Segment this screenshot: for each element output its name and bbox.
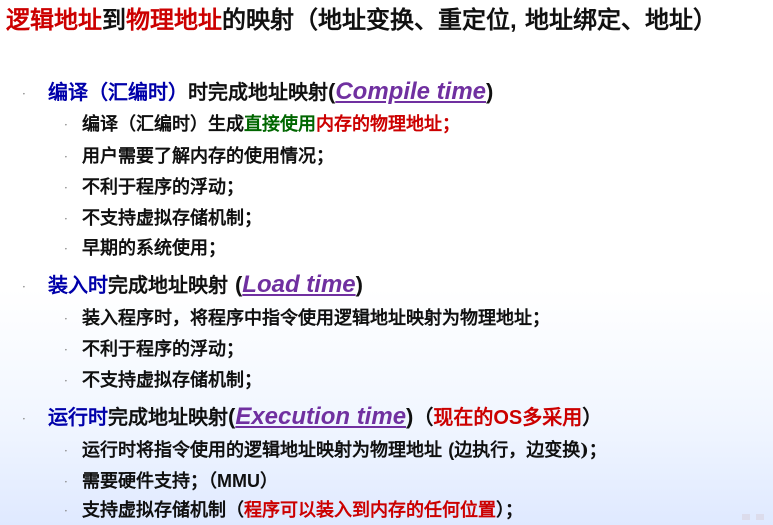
item-text: 装入程序时，将程序中指令使用逻辑地址映射为物理地址； (82, 308, 550, 329)
slide-title: 逻辑地址到物理地址的映射（地址变换、重定位, 地址绑定、地址） (6, 6, 766, 35)
item-text: 运行时将指令使用的逻辑地址映射为物理地址 (82, 440, 449, 461)
item-text: ）； (496, 500, 523, 521)
title-comma: , (510, 7, 517, 34)
item-text: 支持虚拟存储机制（ (82, 500, 244, 521)
decorative-dot (742, 514, 750, 520)
bullet-icon: · (22, 279, 26, 294)
bullet-icon: · (64, 242, 68, 256)
list-item: · 不利于程序的浮动； (64, 335, 244, 361)
exec-note-red2: 多采用 (522, 405, 583, 429)
list-item: · 不支持虚拟存储机制； (64, 204, 262, 230)
list-item: · 运行时将指令使用的逻辑地址映射为物理地址 (边执行，边变换)； (64, 436, 607, 462)
compile-paren-close: ) (486, 79, 494, 104)
decorative-dot (756, 514, 764, 520)
item-text: 早期的系统使用； (82, 238, 226, 259)
list-item: · 装入程序时，将程序中指令使用逻辑地址映射为物理地址； (64, 304, 550, 330)
exec-note-open: （ (413, 405, 434, 429)
title-logical-address: 逻辑地址 (6, 5, 102, 34)
compile-head-rest: 时完成地址映射 (188, 80, 328, 104)
title-mapping: 的映射（地址变换、重定位 (222, 5, 510, 34)
item-paren-close: )； (580, 440, 607, 461)
bullet-icon: · (64, 150, 68, 164)
bullet-icon: · (64, 475, 68, 489)
item-text: ） (260, 471, 278, 492)
bullet-icon: · (22, 86, 26, 101)
list-item: · 支持虚拟存储机制（程序可以装入到内存的任何位置）； (64, 496, 523, 522)
load-paren-close: ) (355, 272, 363, 297)
item-mmu: MMU (217, 471, 260, 491)
item-text-green: 直接使用 (244, 114, 316, 135)
compile-time-english: Compile time (335, 78, 487, 105)
item-text-red: 程序可以装入到内存的任何位置 (244, 500, 496, 521)
item-text: 不支持虚拟存储机制； (82, 208, 262, 229)
list-item: · 需要硬件支持；（MMU） (64, 467, 278, 493)
bullet-icon: · (64, 374, 68, 388)
title-physical-address: 物理地址 (126, 5, 222, 34)
section-execution-time: · 运行时完成地址映射(Execution time)（现在的OS多采用） (22, 401, 602, 431)
execution-time-english: Execution time (235, 403, 407, 430)
item-text: 用户需要了解内存的使用情况； (82, 146, 334, 167)
section-load-time: · 装入时完成地址映射 (Load time) (22, 269, 363, 299)
bullet-icon: · (64, 118, 68, 132)
list-item: · 用户需要了解内存的使用情况； (64, 142, 334, 168)
exec-note-red1: 现在的 (433, 405, 494, 429)
title-to: 到 (102, 5, 126, 34)
bullet-icon: · (64, 444, 68, 458)
bullet-icon: · (64, 212, 68, 226)
list-item: · 不利于程序的浮动； (64, 173, 244, 199)
list-item: · 编译（汇编时）生成直接使用内存的物理地址； (64, 110, 460, 136)
item-text: 不利于程序的浮动； (82, 177, 244, 198)
item-text-red: 内存的物理地址； (316, 114, 460, 135)
bullet-icon: · (64, 181, 68, 195)
item-text: 不利于程序的浮动； (82, 339, 244, 360)
compile-head-blue: 编译（汇编时） (48, 80, 188, 104)
load-head-blue: 装入时 (48, 273, 108, 297)
item-text: 编译（汇编时）生成 (82, 114, 244, 135)
slide: 逻辑地址到物理地址的映射（地址变换、重定位, 地址绑定、地址） · 编译（汇编时）… (0, 0, 773, 525)
exec-note-os: OS (493, 407, 523, 429)
item-text: 不支持虚拟存储机制； (82, 370, 262, 391)
bullet-icon: · (64, 343, 68, 357)
list-item: · 早期的系统使用； (64, 234, 226, 260)
list-item: · 不支持虚拟存储机制； (64, 366, 262, 392)
exec-head-blue: 运行时 (48, 405, 108, 429)
title-binding: 地址绑定、地址） (516, 5, 718, 34)
section-compile-time: · 编译（汇编时）时完成地址映射(Compile time) (22, 76, 493, 106)
exec-head-rest: 完成地址映射 (108, 405, 228, 429)
load-time-english: Load time (242, 271, 356, 298)
item-text: 需要硬件支持；（ (82, 471, 217, 492)
bullet-icon: · (64, 504, 68, 518)
load-head-rest: 完成地址映射 (108, 273, 235, 297)
bullet-icon: · (22, 411, 26, 426)
exec-note-close: ） (582, 405, 603, 429)
bullet-icon: · (64, 312, 68, 326)
item-text: 边执行，边变换 (454, 440, 581, 461)
